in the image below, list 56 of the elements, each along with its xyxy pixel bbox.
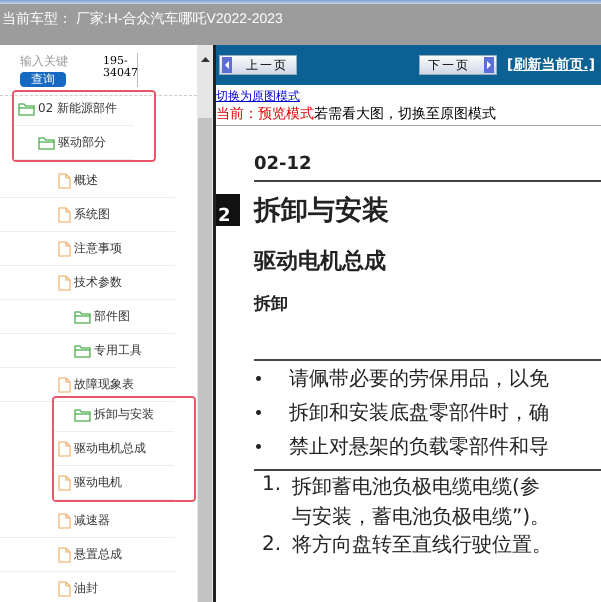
folder-icon (74, 408, 91, 422)
tree-item[interactable]: 概述 (74, 172, 98, 189)
mode-hint: 若需看大图，切换至原图模式 (314, 106, 496, 122)
tree-item[interactable]: 悬置总成 (74, 546, 122, 563)
folder-icon (18, 102, 35, 116)
document-title: 拆卸与安装 (254, 194, 389, 228)
note-text: 禁止对悬架的负载零部件和导 (289, 432, 549, 460)
vehicle-title: 当前车型： 厂家:H-合众汽车哪吒V2022-2023 (1, 9, 284, 28)
scrollbar-thumb[interactable] (198, 118, 212, 602)
tree-item[interactable]: 油封 (74, 580, 98, 597)
previous-page-button[interactable]: 上一页 (219, 55, 297, 75)
tree-item[interactable]: 驱动电机 (74, 474, 122, 491)
document-icon (58, 580, 71, 596)
section-heading: 拆卸 (254, 293, 289, 315)
tree-item[interactable]: 注意事项 (74, 240, 122, 257)
tree-item[interactable]: 驱动部分 (58, 134, 106, 151)
tree-item[interactable]: 减速器 (74, 512, 110, 529)
bullet-icon (256, 376, 261, 380)
next-page-button[interactable]: 下一页 (418, 55, 497, 75)
page-number: 02-12 (254, 153, 313, 174)
scroll-up-icon[interactable] (200, 57, 210, 62)
note-text: 拆卸和安装底盘零部件时，确 (289, 398, 549, 426)
tree-item[interactable]: 拆卸与安装 (94, 406, 154, 423)
tree-item[interactable]: 部件图 (94, 308, 130, 325)
document-subtitle: 驱动电机总成 (254, 248, 387, 276)
step-text: 与安装，蓄电池负极电缆”)。 (292, 503, 550, 530)
tree-item[interactable]: 02 新能源部件 (38, 100, 118, 117)
document-icon (58, 240, 71, 256)
refresh-link[interactable]: [刷新当前页.] (506, 56, 595, 74)
tree-item[interactable]: 专用工具 (94, 342, 142, 359)
document-icon (58, 546, 71, 562)
original-mode-link[interactable]: 切换为原图模式 (216, 89, 300, 103)
tree-item[interactable]: 故障现象表 (74, 376, 134, 393)
bullet-icon (256, 444, 261, 448)
document-icon (58, 274, 71, 290)
document-icon (58, 172, 71, 188)
step-text: 拆卸蓄电池负极电缆电缆(参 (292, 473, 541, 500)
step-text: 将方向盘转至直线行驶位置。 (292, 531, 552, 557)
document-icon (58, 440, 71, 456)
folder-icon (74, 310, 91, 324)
folder-icon (74, 344, 91, 358)
note-text: 请佩带必要的劳保用品，以免 (289, 364, 549, 392)
document-icon (58, 206, 71, 222)
document-icon (58, 512, 71, 528)
step-number: 1. (262, 471, 282, 497)
code-field[interactable]: 195-34047 (103, 53, 138, 87)
tree-item[interactable]: 技术参数 (74, 274, 122, 291)
search-button[interactable]: 查询 (20, 72, 66, 87)
mode-status: 当前：预览模式 (216, 106, 314, 122)
document-icon (58, 376, 71, 392)
step-number: 2. (262, 531, 282, 557)
folder-icon (38, 136, 55, 150)
tree-item[interactable]: 驱动电机总成 (74, 440, 146, 457)
bullet-icon (256, 410, 261, 414)
tree-item[interactable]: 系统图 (74, 206, 110, 223)
document-icon (58, 474, 71, 490)
